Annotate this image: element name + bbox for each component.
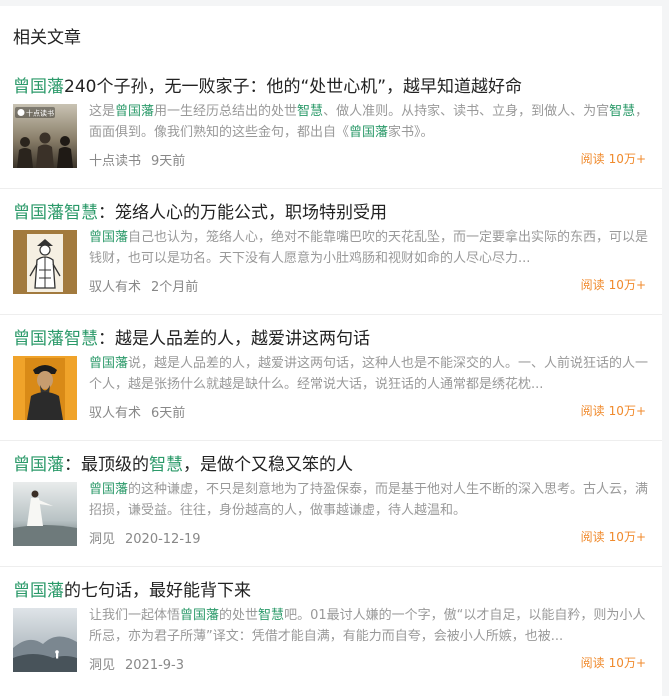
title-keyword: 曾国藩 <box>13 77 64 97</box>
section-title: 相关文章 <box>13 28 81 48</box>
article-thumbnail[interactable]: 十点读书 <box>13 104 77 168</box>
article-item[interactable]: 曾国藩的七句话，最好能背下来 让我们一起体悟曾国藩的处世智慧吧。01最讨人嫌的一… <box>0 566 662 692</box>
summary-keyword: 智慧 <box>297 104 324 119</box>
read-count: 阅读 10万+ <box>581 654 646 671</box>
title-text: ：笼络人心的万能公式，职场特别受用 <box>98 203 387 223</box>
article-source[interactable]: 十点读书 <box>89 154 141 169</box>
portrait-sketch-image <box>13 230 77 294</box>
article-summary: 曾国藩自己也认为，笼络人心，绝对不能靠嘴巴吹的天花乱坠，而一定要拿出实际的东西，… <box>89 227 649 269</box>
article-meta: 十点读书 9天前 <box>89 150 185 169</box>
article-title[interactable]: 曾国藩：最顶级的智慧，是做个又稳又笨的人 <box>13 450 353 475</box>
article-title[interactable]: 曾国藩智慧：笼络人心的万能公式，职场特别受用 <box>13 198 387 223</box>
title-text: 的七句话，最好能背下来 <box>64 581 251 601</box>
summary-text: 让我们一起体悟 <box>89 608 181 623</box>
title-keyword: 曾国藩 <box>13 455 64 475</box>
summary-keyword: 智慧 <box>609 104 636 119</box>
summary-text: 自己也认为，笼络人心，绝对不能靠嘴巴吹的天花乱坠，而一定要拿出实际的东西，可以是… <box>89 230 649 266</box>
article-summary: 这是曾国藩用一生经历总结出的处世智慧、做人准则。从持家、读书、立身，到做人、为官… <box>89 101 649 143</box>
article-meta: 洞见 2020-12-19 <box>89 528 201 547</box>
article-item[interactable]: 曾国藩240个子孙，无一败家子：他的“处世心机”，越早知道越好命 十点读书 这是… <box>0 62 662 189</box>
article-meta: 洞见 2021-9-3 <box>89 654 184 673</box>
article-title[interactable]: 曾国藩的七句话，最好能背下来 <box>13 576 251 601</box>
summary-text: 的这种谦虚，不只是刻意地为了持盈保泰，而是基于他对人生不断的深入思考。古人云，满… <box>89 482 649 518</box>
summary-text: 说，越是人品差的人，越爱讲这两句话，这种人也是不能深交的人。一、人前说狂话的人一… <box>89 356 649 392</box>
article-title[interactable]: 曾国藩240个子孙，无一败家子：他的“处世心机”，越早知道越好命 <box>13 72 522 97</box>
read-count: 阅读 10万+ <box>581 402 646 419</box>
article-time: 2个月前 <box>151 280 199 295</box>
reading-people-image: 十点读书 <box>13 104 77 168</box>
read-count: 阅读 10万+ <box>581 528 646 545</box>
summary-keyword: 曾国藩 <box>180 608 220 623</box>
read-count-label: 阅读 <box>580 404 605 418</box>
article-time: 9天前 <box>151 154 186 169</box>
read-count-value: 10万+ <box>608 278 646 292</box>
article-summary: 曾国藩说，越是人品差的人，越爱讲这两句话，这种人也是不能深交的人。一、人前说狂话… <box>89 353 649 395</box>
article-thumbnail[interactable] <box>13 482 77 546</box>
article-item[interactable]: 曾国藩智慧：笼络人心的万能公式，职场特别受用 曾国藩自己也认为，笼络人心，绝对不… <box>0 188 662 315</box>
title-keyword: 曾国藩 <box>13 581 64 601</box>
summary-keyword: 曾国藩 <box>89 230 129 245</box>
article-source[interactable]: 洞见 <box>89 658 115 673</box>
read-count: 阅读 10万+ <box>581 150 646 167</box>
article-thumbnail[interactable] <box>13 356 77 420</box>
seaside-figure-image <box>13 482 77 546</box>
article-meta: 驭人有术 2个月前 <box>89 276 198 295</box>
read-count-label: 阅读 <box>580 278 605 292</box>
misty-mountain-image <box>13 608 77 672</box>
read-count-label: 阅读 <box>580 656 605 670</box>
title-keyword: 曾国藩智慧 <box>13 203 98 223</box>
read-count-value: 10万+ <box>608 404 646 418</box>
title-text: 240个子孙，无一败家子：他的“处世心机”，越早知道越好命 <box>64 77 523 97</box>
title-text: ：最顶级的 <box>64 455 149 475</box>
article-time: 6天前 <box>151 406 186 421</box>
summary-text: 这是 <box>89 104 116 119</box>
summary-keyword: 曾国藩 <box>115 104 155 119</box>
thumb-logo-text: 十点读书 <box>26 109 54 118</box>
read-count-value: 10万+ <box>608 656 646 670</box>
article-source[interactable]: 洞见 <box>89 532 115 547</box>
read-count-value: 10万+ <box>608 152 646 166</box>
article-summary: 曾国藩的这种谦虚，不只是刻意地为了持盈保泰，而是基于他对人生不断的深入思考。古人… <box>89 479 649 521</box>
title-keyword: 曾国藩智慧 <box>13 329 98 349</box>
portrait-photo-image <box>13 356 77 420</box>
summary-keyword: 曾国藩 <box>89 356 129 371</box>
read-count-label: 阅读 <box>580 152 605 166</box>
title-keyword: 智慧 <box>149 455 183 475</box>
summary-text: 家书》。 <box>388 125 434 140</box>
read-count: 阅读 10万+ <box>581 276 646 293</box>
summary-text: 、做人准则。从持家、读书、立身，到做人、为官 <box>323 104 610 119</box>
summary-keyword: 曾国藩 <box>89 482 129 497</box>
article-time: 2021-9-3 <box>125 658 185 673</box>
summary-keyword: 智慧 <box>258 608 285 623</box>
related-articles-panel: 相关文章 曾国藩240个子孙，无一败家子：他的“处世心机”，越早知道越好命 十点… <box>0 6 662 696</box>
article-item[interactable]: 曾国藩：最顶级的智慧，是做个又稳又笨的人 曾国藩的这种谦虚，不只是刻意地为了持盈… <box>0 440 662 567</box>
article-source[interactable]: 驭人有术 <box>89 280 141 295</box>
article-thumbnail[interactable] <box>13 230 77 294</box>
article-source[interactable]: 驭人有术 <box>89 406 141 421</box>
article-summary: 让我们一起体悟曾国藩的处世智慧吧。01最讨人嫌的一个字，傲“以才自足，以能自矜，… <box>89 605 649 647</box>
summary-text: 用一生经历总结出的处世 <box>154 104 298 119</box>
summary-text: 的处世 <box>219 608 259 623</box>
article-time: 2020-12-19 <box>125 532 201 547</box>
title-text: ：越是人品差的人，越爱讲这两句话 <box>98 329 370 349</box>
title-text: ，是做个又稳又笨的人 <box>183 455 353 475</box>
article-title[interactable]: 曾国藩智慧：越是人品差的人，越爱讲这两句话 <box>13 324 370 349</box>
article-thumbnail[interactable] <box>13 608 77 672</box>
article-meta: 驭人有术 6天前 <box>89 402 185 421</box>
read-count-label: 阅读 <box>580 530 605 544</box>
article-item[interactable]: 曾国藩智慧：越是人品差的人，越爱讲这两句话 曾国藩说，越是人品差的人，越爱讲这两… <box>0 314 662 441</box>
read-count-value: 10万+ <box>608 530 646 544</box>
summary-keyword: 曾国藩 <box>349 125 389 140</box>
